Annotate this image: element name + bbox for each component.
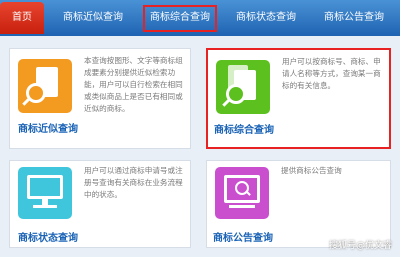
- card-description: 提供商标公告查询: [281, 166, 342, 175]
- card-title[interactable]: 商标状态查询: [18, 229, 78, 244]
- nav-home-tab[interactable]: 首页: [0, 2, 44, 34]
- monitor-search-icon: [18, 167, 72, 219]
- card-announcement-search[interactable]: 提供商标公告查询 商标公告查询: [206, 160, 391, 248]
- highlight-box: [143, 5, 217, 32]
- nav-tab-status-search[interactable]: 商标状态查询: [228, 0, 304, 36]
- card-similar-search[interactable]: 本查询按图形、文字等商标组成要素分别提供近似检索功能，用户可以自行检索在相同或类…: [9, 48, 191, 149]
- nav-tab-similar-search[interactable]: 商标近似查询: [54, 0, 132, 36]
- watermark: 搜狐号@优文睿: [328, 241, 392, 251]
- card-description: 用户可以通过商标申请号或注册号查询有关商标在业务流程中的状态。: [84, 166, 183, 199]
- card-description: 用户可以按商标号、商标、申请人名称等方式，查询某一商标的有关信息。: [282, 57, 381, 90]
- card-title[interactable]: 商标公告查询: [213, 229, 273, 244]
- card-description: 本查询按图形、文字等商标组成要素分别提供近似检索功能，用户可以自行检索在相同或类…: [84, 56, 183, 113]
- card-status-search[interactable]: 用户可以通过商标申请号或注册号查询有关商标在业务流程中的状态。 商标状态查询: [9, 160, 191, 248]
- board-search-icon: [215, 167, 269, 219]
- top-navigation: 首页 商标近似查询 商标综合查询 商标状态查询 商标公告查询: [0, 0, 400, 36]
- card-title[interactable]: 商标综合查询: [214, 121, 274, 136]
- search-document-icon: [216, 60, 270, 114]
- nav-tab-announcement-search[interactable]: 商标公告查询: [315, 0, 393, 36]
- card-comprehensive-search[interactable]: 用户可以按商标号、商标、申请人名称等方式，查询某一商标的有关信息。 商标综合查询: [206, 48, 391, 149]
- card-title[interactable]: 商标近似查询: [18, 120, 78, 135]
- search-document-icon: [18, 59, 72, 113]
